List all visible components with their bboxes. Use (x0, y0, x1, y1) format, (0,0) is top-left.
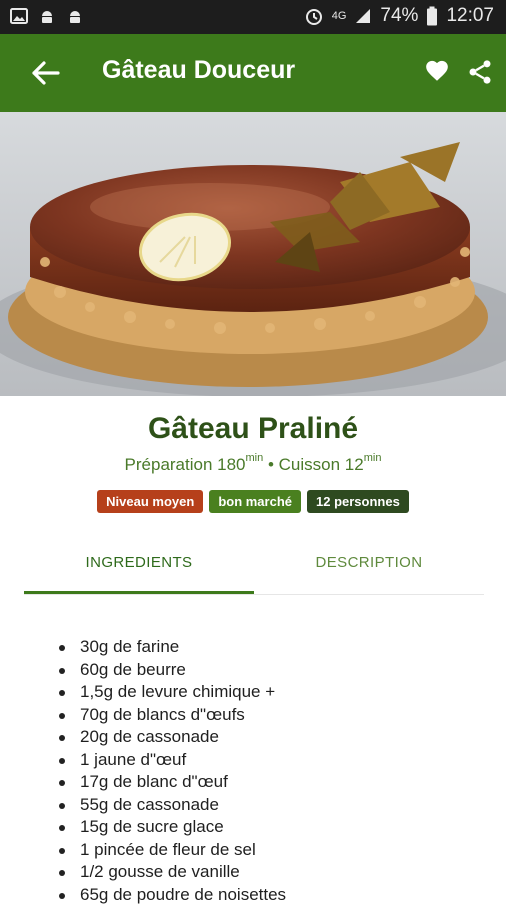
active-tab-indicator (24, 591, 254, 594)
share-icon[interactable] (466, 58, 494, 86)
heart-icon[interactable] (424, 58, 450, 84)
android-icon (66, 7, 84, 25)
app-title: Gâteau Douceur (102, 56, 295, 85)
ingredient-list: 30g de farine 60g de beurre 1,5g de levu… (0, 636, 506, 906)
list-item: 60g de beurre (0, 659, 506, 682)
price-badge: bon marché (209, 490, 301, 513)
signal-icon (354, 7, 372, 25)
recipe-badges: Niveau moyen bon marché 12 personnes (0, 490, 506, 513)
list-item: 65g de poudre de noisettes (0, 884, 506, 906)
prep-time: Préparation 180 (125, 455, 246, 474)
prep-unit: min (246, 452, 264, 464)
list-item: 70g de blancs d"œufs (0, 704, 506, 727)
battery-icon (426, 6, 438, 26)
android-icon (38, 7, 56, 25)
cook-unit: min (364, 452, 382, 464)
alarm-icon (304, 6, 324, 26)
timing-separator: • (263, 455, 278, 474)
tab-ingredients[interactable]: INGREDIENTS (24, 540, 254, 594)
clock: 12:07 (446, 5, 494, 27)
battery-percent: 74% (380, 5, 418, 27)
list-item: 30g de farine (0, 636, 506, 659)
list-item: 20g de cassonade (0, 726, 506, 749)
list-item: 55g de cassonade (0, 794, 506, 817)
cook-time: Cuisson 12 (279, 455, 364, 474)
app-bar: Gâteau Douceur (0, 34, 506, 112)
recipe-tabs: INGREDIENTS DESCRIPTION (24, 540, 484, 595)
list-item: 1 pincée de fleur de sel (0, 839, 506, 862)
recipe-timing: Préparation 180min • Cuisson 12min (0, 455, 506, 475)
image-icon (10, 7, 28, 25)
arrow-back-icon[interactable] (30, 59, 62, 87)
servings-badge: 12 personnes (307, 490, 409, 513)
list-item: 1,5g de levure chimique + (0, 681, 506, 704)
list-item: 1/2 gousse de vanille (0, 861, 506, 884)
list-item: 1 jaune d"œuf (0, 749, 506, 772)
list-item: 15g de sucre glace (0, 816, 506, 839)
list-item: 17g de blanc d"œuf (0, 771, 506, 794)
tab-description[interactable]: DESCRIPTION (254, 540, 484, 594)
network-type: 4G (332, 10, 347, 22)
recipe-photo (0, 112, 506, 396)
recipe-title: Gâteau Praliné (0, 412, 506, 446)
status-bar: 4G 74% 12:07 (0, 0, 506, 34)
difficulty-badge: Niveau moyen (97, 490, 203, 513)
